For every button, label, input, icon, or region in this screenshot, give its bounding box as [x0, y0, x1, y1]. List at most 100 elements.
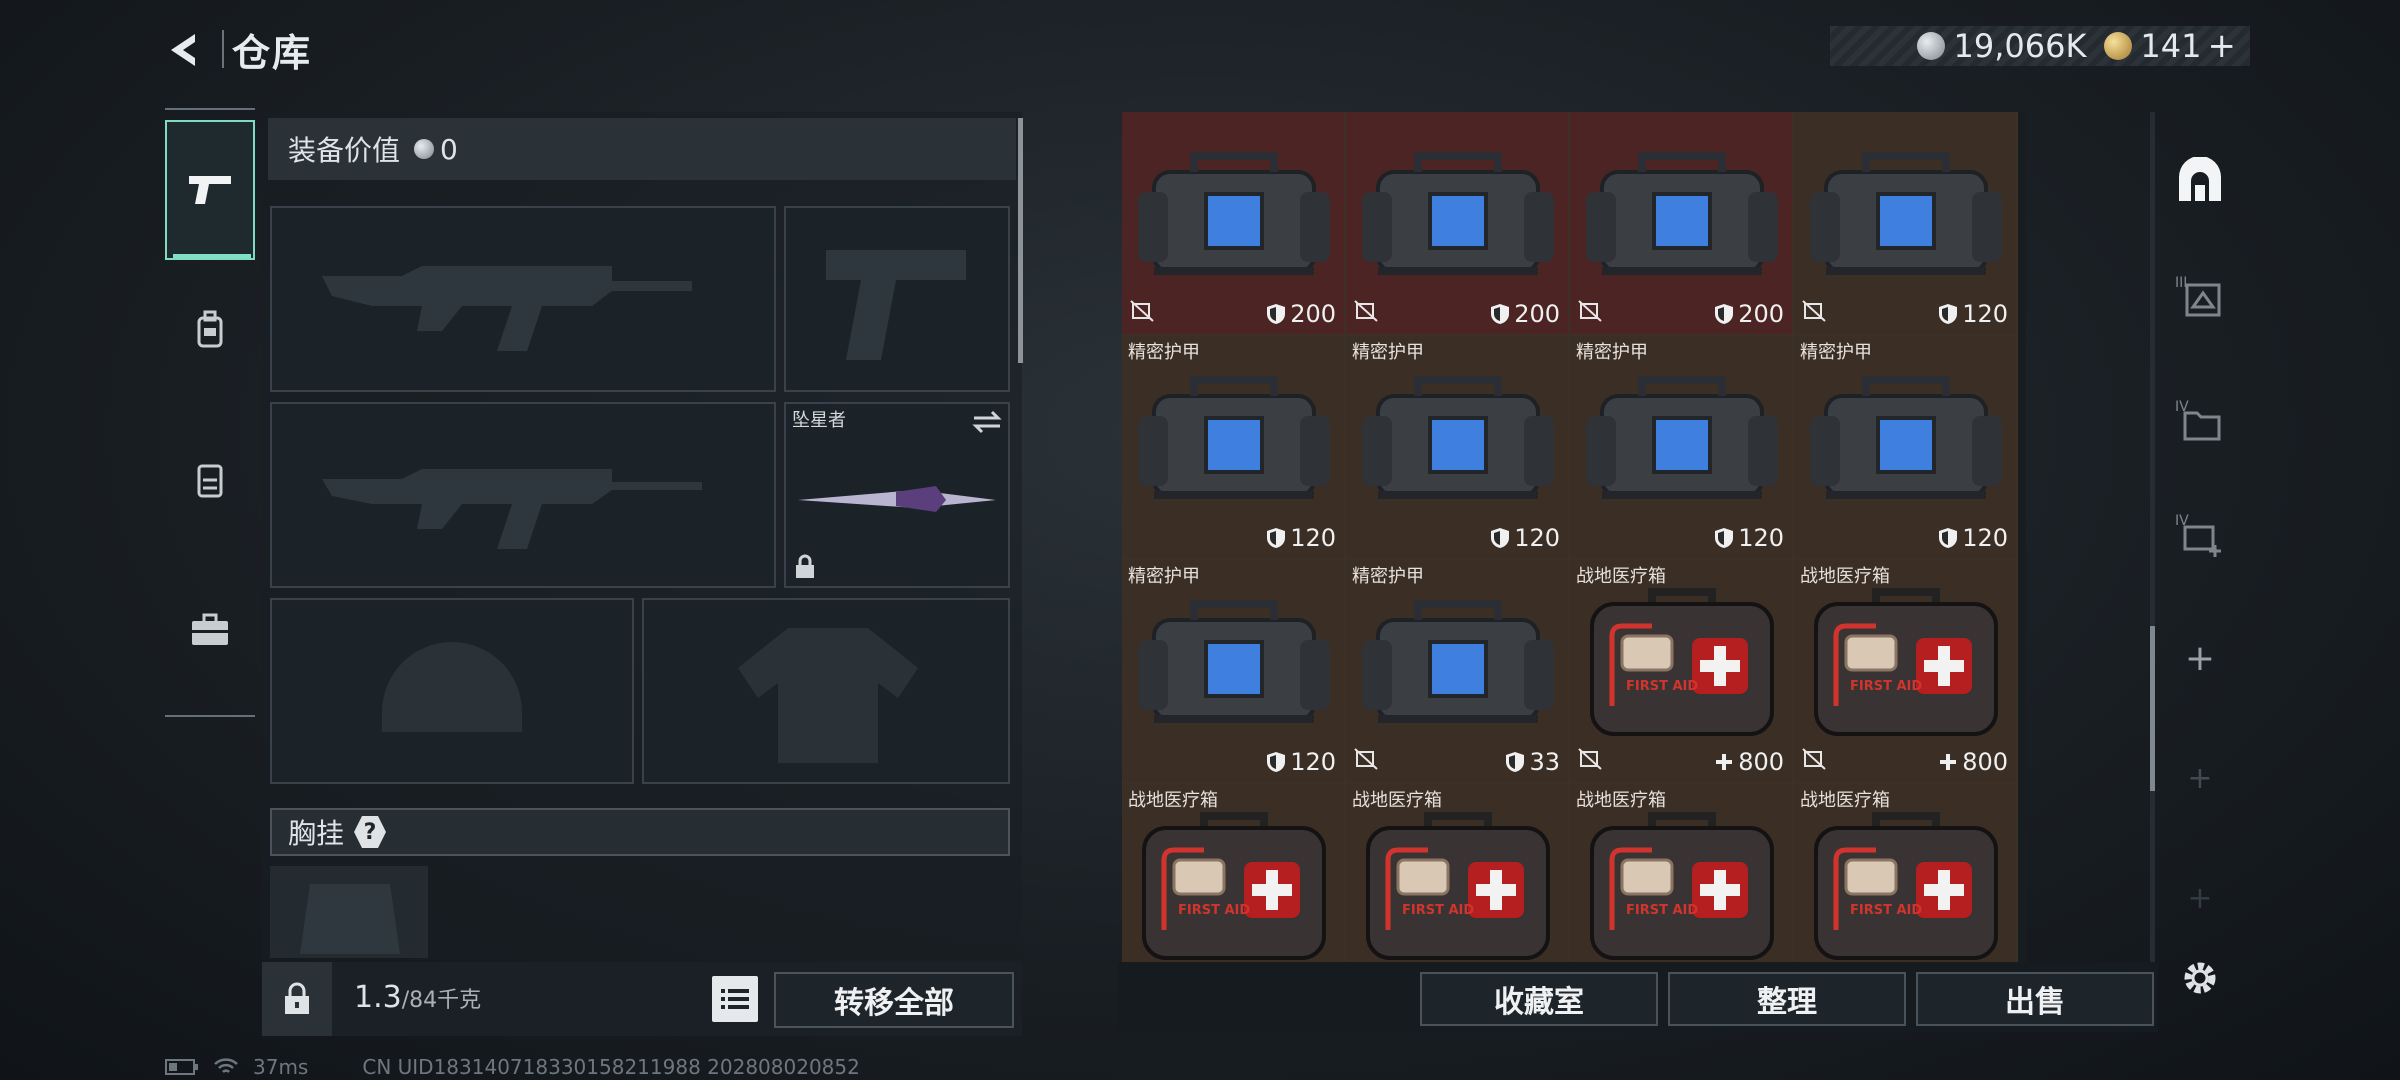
item-value: 200: [1714, 300, 1784, 328]
silver-currency: 19,066K: [1917, 27, 2086, 65]
item-value: 120: [1938, 524, 2008, 552]
item-name: 精密护甲: [1128, 342, 1200, 363]
chest-rig-header: 胸挂 ?: [270, 808, 1010, 856]
armor-bag-icon: [1362, 152, 1554, 275]
lock-button[interactable]: [262, 962, 332, 1036]
silver-coin-icon: [1917, 32, 1946, 60]
inventory-item-medkit[interactable]: FIRST AID 战地医疗箱 800: [1570, 560, 1794, 784]
armor-slot[interactable]: [642, 598, 1010, 784]
item-value: 800: [1938, 748, 2008, 776]
item-value: 120: [1266, 748, 1336, 776]
sell-button[interactable]: 出售: [1916, 972, 2154, 1026]
item-name: 战地医疗箱: [1576, 790, 1666, 811]
storage-tab-main[interactable]: [2165, 140, 2235, 220]
inventory-item-armor[interactable]: 200: [1570, 112, 1794, 336]
secondary-weapon-slot[interactable]: [270, 402, 776, 588]
body-armor-silhouette-icon: [738, 628, 918, 763]
chest-rig-silhouette-icon: [300, 884, 400, 954]
armor-bag-icon: [1138, 600, 1330, 723]
inventory-item-armor[interactable]: 精密护甲 120: [1346, 336, 1570, 560]
pistol-icon: [189, 176, 231, 204]
no-repair-icon: [1130, 300, 1154, 322]
inventory-item-armor[interactable]: 精密护甲 120: [1122, 560, 1346, 784]
battery-icon: [165, 1059, 198, 1075]
item-name: 精密护甲: [1352, 566, 1424, 587]
nav-backpack[interactable]: [165, 270, 255, 390]
collection-room-button[interactable]: 收藏室: [1420, 972, 1658, 1026]
svg-text:FIRST AID: FIRST AID: [1626, 679, 1698, 694]
nav-vest[interactable]: [165, 420, 255, 540]
no-repair-icon: [1578, 300, 1602, 322]
armor-bag-icon: [1362, 376, 1554, 499]
armor-bag-icon: [1138, 376, 1330, 499]
storage-tab-3[interactable]: III: [2165, 256, 2235, 336]
nav-case[interactable]: [165, 570, 255, 690]
back-button[interactable]: [160, 25, 210, 75]
no-repair-indicator: [1354, 748, 1378, 774]
no-repair-icon: [1802, 748, 1826, 770]
item-value: 33: [1505, 748, 1560, 776]
storage-tab-4-add[interactable]: IV: [2165, 494, 2235, 574]
storage-tier-4-medical-icon: IV: [2175, 513, 2221, 557]
lock-icon: [796, 554, 814, 578]
helmet-slot[interactable]: [270, 598, 634, 784]
add-storage-button[interactable]: +: [2165, 618, 2235, 698]
inventory-item-armor[interactable]: 200: [1122, 112, 1346, 336]
primary-weapon-slot[interactable]: [270, 206, 776, 392]
no-repair-indicator: [1802, 748, 1826, 774]
inventory-item-armor[interactable]: 120: [1794, 112, 2018, 336]
armor-bag-icon: [1586, 152, 1778, 275]
armor-bag-icon: [1362, 600, 1554, 723]
grid-scroll-track: [2150, 112, 2155, 962]
item-name: 精密护甲: [1800, 342, 1872, 363]
item-name: 战地医疗箱: [1352, 790, 1442, 811]
item-value: 120: [1266, 524, 1336, 552]
grid-scrollbar[interactable]: [2150, 626, 2155, 791]
item-name: 战地医疗箱: [1800, 566, 1890, 587]
inventory-item-medkit[interactable]: FIRST AID 战地医疗箱 800: [1794, 560, 2018, 784]
no-repair-indicator: [1578, 300, 1602, 326]
durability-shield-icon: [1939, 304, 1958, 324]
item-value: 200: [1266, 300, 1336, 328]
svg-text:FIRST AID: FIRST AID: [1850, 903, 1922, 918]
inventory-item-medkit[interactable]: FIRST AID 战地医疗箱: [1794, 784, 2018, 962]
nav-weapons[interactable]: [165, 120, 255, 260]
add-currency-icon[interactable]: +: [2208, 26, 2237, 66]
rifle-silhouette-icon: [322, 266, 692, 351]
wifi-icon: [214, 1058, 238, 1073]
status-bar: 37ms CN UID1831407183301582119​88 202808…: [165, 1055, 860, 1079]
chest-help-button[interactable]: ?: [354, 816, 387, 848]
vest-icon: [197, 464, 223, 498]
no-repair-icon: [1578, 748, 1602, 770]
first-aid-kit-icon: FIRST AID: [1814, 588, 1998, 736]
briefcase-icon: [192, 613, 228, 645]
chest-rig-slot[interactable]: [270, 866, 428, 958]
add-storage-button-3[interactable]: +: [2165, 858, 2235, 938]
inventory-item-armor[interactable]: 精密护甲 120: [1794, 336, 2018, 560]
list-view-button[interactable]: [712, 976, 758, 1022]
inventory-item-armor[interactable]: 精密护甲 120: [1570, 336, 1794, 560]
gold-currency[interactable]: 141 +: [2104, 26, 2236, 66]
list-icon: [721, 989, 749, 1009]
settings-button[interactable]: [2165, 938, 2235, 1018]
inventory-item-medkit[interactable]: FIRST AID 战地医疗箱: [1570, 784, 1794, 962]
inventory-item-medkit[interactable]: FIRST AID 战地医疗箱: [1346, 784, 1570, 962]
transfer-all-button[interactable]: 转移全部: [774, 972, 1014, 1028]
swap-icon[interactable]: [972, 410, 1002, 434]
storage-tab-4[interactable]: IV: [2165, 380, 2235, 460]
rifle-silhouette-icon: [322, 469, 702, 549]
melee-slot[interactable]: 坠星者: [784, 402, 1010, 588]
inventory-item-armor[interactable]: 精密护甲 33: [1346, 560, 1570, 784]
heal-plus-icon: [1716, 754, 1733, 770]
organize-button[interactable]: 整理: [1668, 972, 1906, 1026]
user-id: CN UID1831407183301582119​88 20280802085…: [362, 1055, 860, 1079]
inventory-item-armor[interactable]: 精密护甲 120: [1122, 336, 1346, 560]
item-name: 精密护甲: [1576, 342, 1648, 363]
pistol-slot[interactable]: [784, 206, 1010, 392]
first-aid-kit-icon: FIRST AID: [1366, 812, 1550, 960]
silver-coin-icon: [414, 139, 435, 159]
equipment-scrollbar[interactable]: [1018, 118, 1023, 363]
inventory-item-medkit[interactable]: FIRST AID 战地医疗箱: [1122, 784, 1346, 962]
inventory-item-armor[interactable]: 200: [1346, 112, 1570, 336]
add-storage-button-2[interactable]: +: [2165, 738, 2235, 818]
